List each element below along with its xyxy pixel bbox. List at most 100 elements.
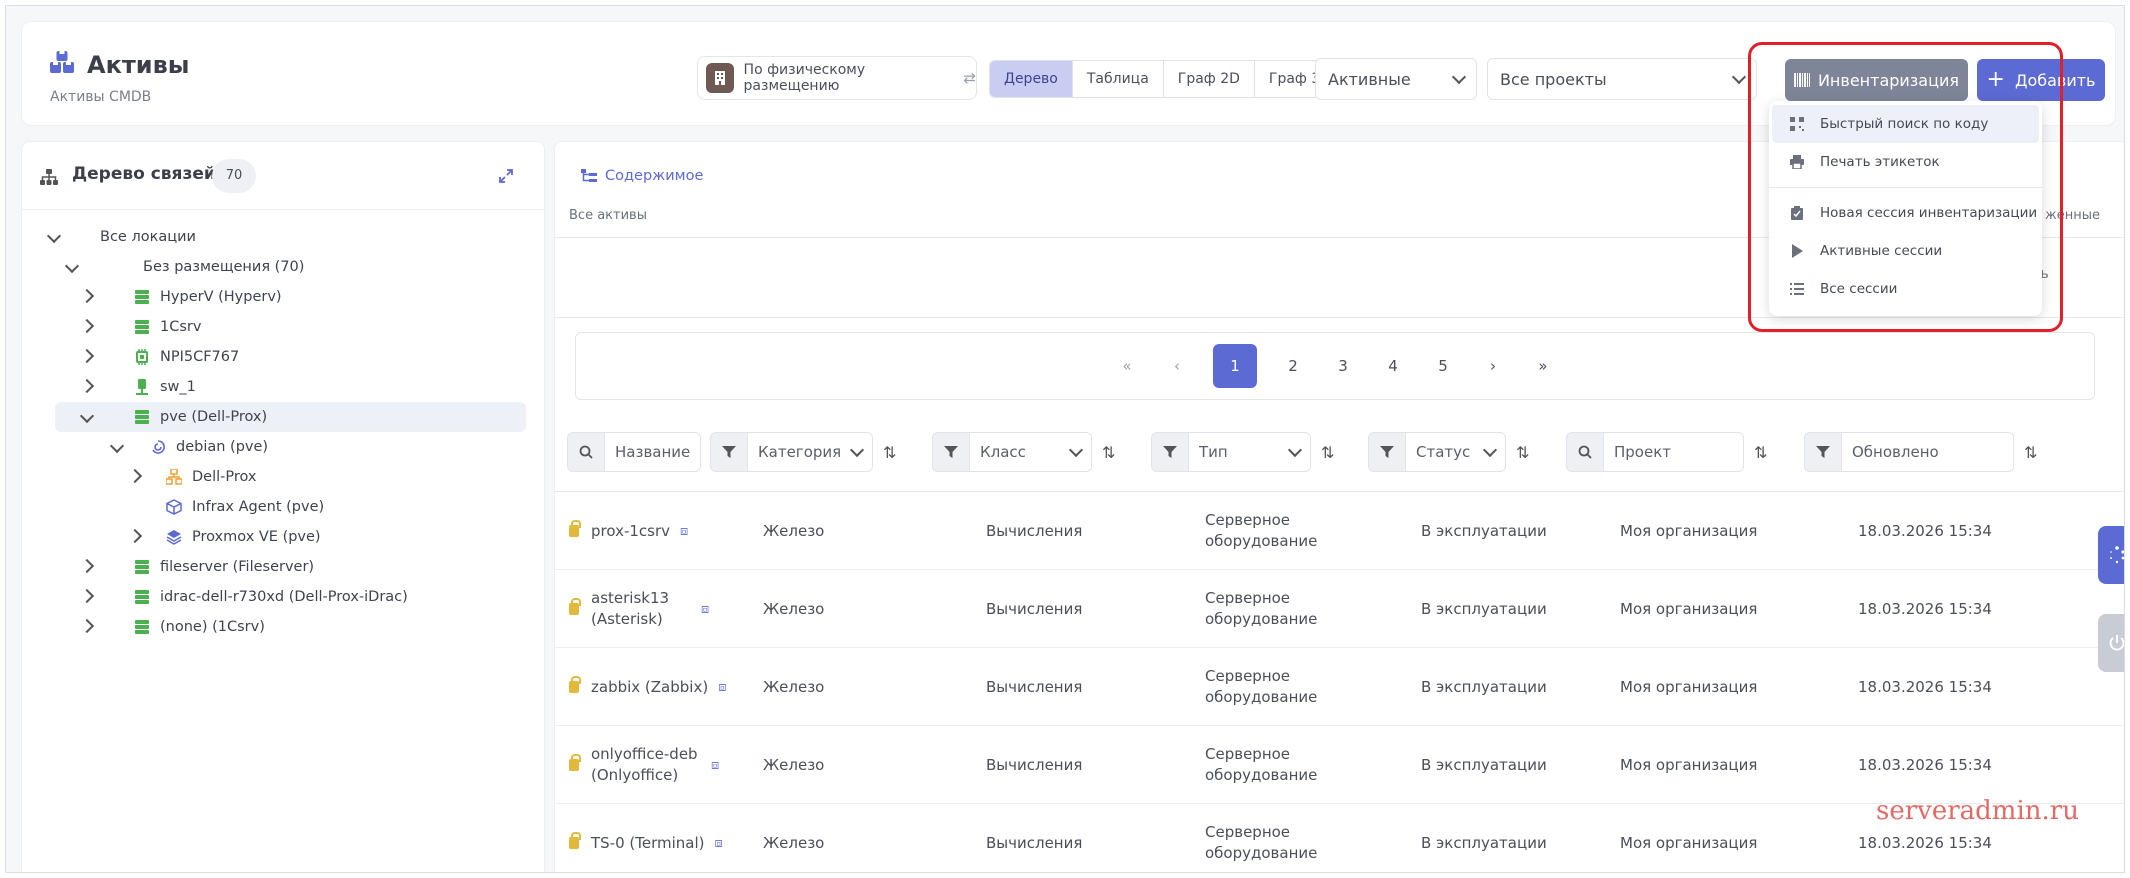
view-table-button[interactable]: Таблица bbox=[1073, 61, 1164, 97]
filter-icon[interactable] bbox=[1151, 432, 1189, 472]
chevron-right-icon[interactable] bbox=[79, 588, 95, 604]
tree-node-1csrv[interactable]: 1Csrv bbox=[22, 312, 544, 342]
sort-icon[interactable]: ⇅ bbox=[2024, 443, 2037, 462]
search-icon[interactable] bbox=[567, 432, 605, 472]
switch-icon bbox=[136, 379, 148, 395]
asset-name[interactable]: onlyoffice-deb (Onlyoffice) bbox=[591, 744, 701, 786]
add-button[interactable]: + Добавить bbox=[1977, 59, 2105, 101]
filter-icon[interactable] bbox=[1368, 432, 1406, 472]
cube-icon bbox=[166, 499, 182, 515]
network-icon[interactable]: ⧈ bbox=[680, 521, 688, 542]
sort-icon[interactable]: ⇅ bbox=[1321, 443, 1334, 462]
tree-node-fileserver[interactable]: fileserver (Fileserver) bbox=[22, 552, 544, 582]
asset-status: В эксплуатации bbox=[1421, 833, 1547, 852]
page-button-3[interactable]: 3 bbox=[1329, 344, 1357, 388]
tree-node-idrac[interactable]: idrac-dell-r730xd (Dell-Prox-iDrac) bbox=[22, 582, 544, 612]
category-filter-select[interactable]: Категория bbox=[748, 432, 873, 472]
status-filter-select[interactable]: Статус bbox=[1406, 432, 1506, 472]
inventory-button[interactable]: Инвентаризация bbox=[1785, 59, 1968, 101]
tree-node-sw1[interactable]: sw_1 bbox=[22, 372, 544, 402]
asset-name[interactable]: prox-1csrv bbox=[591, 521, 670, 542]
menu-item-print-labels[interactable]: Печать этикеток bbox=[1772, 143, 2039, 181]
tree-node-debian[interactable]: debian (pve) bbox=[22, 432, 544, 462]
filter-icon[interactable] bbox=[1804, 432, 1842, 472]
chevron-down-icon[interactable] bbox=[64, 258, 80, 274]
sort-icon[interactable]: ⇅ bbox=[883, 443, 896, 462]
loader-side-tab[interactable] bbox=[2098, 526, 2124, 584]
chevron-right-icon[interactable] bbox=[79, 348, 95, 364]
asset-name[interactable]: TS-0 (Terminal) bbox=[591, 833, 705, 854]
menu-item-quick-search[interactable]: Быстрый поиск по коду bbox=[1772, 105, 2039, 143]
asset-category: Железо bbox=[763, 677, 825, 696]
menu-item-all-sessions[interactable]: Все сессии bbox=[1772, 270, 2039, 308]
tree-node-dell-prox[interactable]: Dell-Prox bbox=[22, 462, 544, 492]
tree-node-label: sw_1 bbox=[160, 379, 196, 395]
network-icon[interactable]: ⧈ bbox=[701, 599, 709, 620]
chevron-right-icon[interactable] bbox=[79, 618, 95, 634]
tab-contents-label: Содержимое bbox=[605, 168, 704, 184]
server-icon bbox=[135, 290, 149, 304]
page-button-4[interactable]: 4 bbox=[1379, 344, 1407, 388]
filter-icon[interactable] bbox=[710, 432, 748, 472]
page-button-1[interactable]: 1 bbox=[1213, 344, 1257, 388]
next-page-button[interactable]: › bbox=[1479, 344, 1507, 388]
tab-contents[interactable]: Содержимое bbox=[581, 168, 703, 184]
view-tree-button[interactable]: Дерево bbox=[990, 61, 1073, 97]
network-icon[interactable]: ⧈ bbox=[711, 755, 719, 776]
table-row[interactable]: zabbix (Zabbix) ⧈ Железо Вычисления Серве… bbox=[555, 648, 2124, 726]
project-filter-input[interactable]: Проект bbox=[1604, 432, 1744, 472]
tree-node-none[interactable]: (none) (1Csrv) bbox=[22, 612, 544, 642]
type-filter-label: Тип bbox=[1199, 443, 1228, 461]
chevron-right-icon[interactable] bbox=[79, 558, 95, 574]
table-row[interactable]: asterisk13 (Asterisk) ⧈ Железо Вычисления… bbox=[555, 570, 2124, 648]
network-icon[interactable]: ⧈ bbox=[715, 833, 723, 854]
tree-node-proxmox[interactable]: Proxmox VE (pve) bbox=[22, 522, 544, 552]
chevron-right-icon[interactable] bbox=[127, 468, 143, 484]
page-button-2[interactable]: 2 bbox=[1279, 344, 1307, 388]
status-select[interactable]: Активные bbox=[1315, 58, 1477, 100]
project-select[interactable]: Все проекты bbox=[1487, 58, 1757, 100]
table-row[interactable]: prox-1csrv ⧈ Железо Вычисления Серверное … bbox=[555, 492, 2124, 570]
chevron-down-icon[interactable] bbox=[109, 438, 125, 454]
prev-page-button[interactable]: ‹ bbox=[1163, 344, 1191, 388]
updated-filter-input[interactable]: Обновлено bbox=[1842, 432, 2014, 472]
chevron-down-icon[interactable] bbox=[46, 228, 62, 244]
chevron-right-icon[interactable] bbox=[79, 318, 95, 334]
content-tree-icon bbox=[581, 169, 597, 182]
network-icon[interactable]: ⧈ bbox=[718, 677, 726, 698]
type-filter-select[interactable]: Тип bbox=[1189, 432, 1311, 472]
tree-node-hyperv[interactable]: HyperV (Hyperv) bbox=[22, 282, 544, 312]
expand-icon[interactable] bbox=[498, 168, 514, 184]
sort-icon[interactable]: ⇅ bbox=[1516, 443, 1529, 462]
menu-item-active-sessions[interactable]: Активные сессии bbox=[1772, 232, 2039, 270]
asset-name[interactable]: asterisk13 (Asterisk) bbox=[591, 588, 691, 630]
search-icon[interactable] bbox=[1566, 432, 1604, 472]
table-row[interactable]: onlyoffice-deb (Onlyoffice) ⧈ Железо Вычи… bbox=[555, 726, 2124, 804]
last-page-button[interactable]: » bbox=[1529, 344, 1557, 388]
name-filter-input[interactable]: Название bbox=[605, 432, 701, 472]
tree-node-label: Dell-Prox bbox=[192, 469, 257, 485]
menu-item-new-session[interactable]: Новая сессия инвентаризации bbox=[1772, 194, 2039, 232]
placement-toggle-button[interactable]: По физическому размещению ⇄ bbox=[697, 56, 977, 100]
tree-node-npi[interactable]: NPI5CF767 bbox=[22, 342, 544, 372]
tree-node-pve[interactable]: pve (Dell-Prox) bbox=[55, 402, 526, 432]
tree-node-infrax-agent[interactable]: Infrax Agent (pve) bbox=[22, 492, 544, 522]
lock-icon bbox=[569, 676, 581, 693]
filter-icon[interactable] bbox=[932, 432, 970, 472]
first-page-button[interactable]: « bbox=[1113, 344, 1141, 388]
tree-node-label: idrac-dell-r730xd (Dell-Prox-iDrac) bbox=[160, 589, 408, 605]
page-button-5[interactable]: 5 bbox=[1429, 344, 1457, 388]
chevron-right-icon[interactable] bbox=[127, 528, 143, 544]
lock-icon bbox=[569, 754, 581, 771]
class-filter-select[interactable]: Класс bbox=[970, 432, 1092, 472]
sort-icon[interactable]: ⇅ bbox=[1754, 443, 1767, 462]
view-graph2d-button[interactable]: Граф 2D bbox=[1164, 61, 1255, 97]
asset-name[interactable]: zabbix (Zabbix) bbox=[591, 677, 708, 698]
power-side-tab[interactable] bbox=[2098, 614, 2124, 672]
chevron-right-icon[interactable] bbox=[79, 378, 95, 394]
sort-icon[interactable]: ⇅ bbox=[1102, 443, 1115, 462]
chevron-right-icon[interactable] bbox=[79, 288, 95, 304]
tree-node-no-placement[interactable]: Без размещения (70) bbox=[22, 252, 544, 282]
tree-node-all-locations[interactable]: Все локации bbox=[22, 222, 544, 252]
chevron-down-icon[interactable] bbox=[79, 408, 95, 424]
